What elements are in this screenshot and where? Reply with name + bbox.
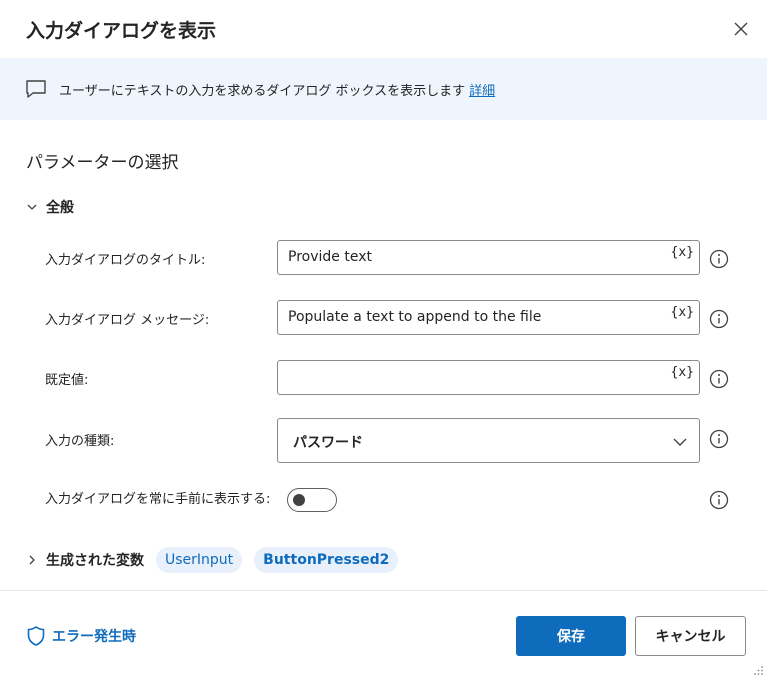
dialog-header: 入力ダイアログを表示 <box>0 0 767 58</box>
info-icon[interactable] <box>709 369 729 389</box>
shield-icon <box>27 626 45 646</box>
default-value-input[interactable]: {x} <box>277 360 700 395</box>
info-icon[interactable] <box>709 490 729 510</box>
dialog-title-value: Provide text <box>288 249 372 265</box>
generated-variables: 生成された変数 UserInput ButtonPressed2 <box>26 546 410 574</box>
more-info-link[interactable]: 詳細 <box>469 84 495 99</box>
toggle-knob <box>293 494 305 506</box>
variable-chip-buttonpressed[interactable]: ButtonPressed2 <box>254 547 399 573</box>
input-type-value: パスワード <box>293 435 363 451</box>
chevron-down-icon <box>673 438 687 446</box>
chevron-down-icon <box>27 204 37 210</box>
field-default-label: 既定値: <box>45 373 89 388</box>
info-text: ユーザーにテキストの入力を求めるダイアログ ボックスを表示します <box>59 84 466 99</box>
topmost-toggle[interactable] <box>287 488 337 512</box>
chat-icon <box>26 80 46 98</box>
on-error-label: エラー発生時 <box>52 629 136 645</box>
variable-picker-icon[interactable]: {x} <box>671 245 694 260</box>
dialog-title-input[interactable]: Provide text {x} <box>277 240 700 275</box>
save-button[interactable]: 保存 <box>516 616 626 656</box>
chevron-right-icon[interactable] <box>26 554 38 566</box>
info-message: ユーザーにテキストの入力を求めるダイアログ ボックスを表示します 詳細 <box>59 80 495 99</box>
dialog-message-value: Populate a text to append to the file <box>288 309 542 325</box>
field-message-label: 入力ダイアログ メッセージ: <box>45 313 210 328</box>
field-title-label: 入力ダイアログのタイトル: <box>45 253 206 268</box>
cancel-button[interactable]: キャンセル <box>635 616 746 656</box>
close-icon[interactable] <box>728 16 754 42</box>
input-type-label: 入力の種類: <box>45 434 115 449</box>
topmost-label: 入力ダイアログを常に手前に表示する: <box>45 492 271 507</box>
footer-divider <box>0 590 767 591</box>
on-error-button[interactable]: エラー発生時 <box>26 625 136 647</box>
variable-picker-icon[interactable]: {x} <box>671 305 694 320</box>
dialog-title: 入力ダイアログを表示 <box>26 20 217 42</box>
section-title: パラメーターの選択 <box>26 153 179 173</box>
resize-grip-icon[interactable] <box>754 666 764 676</box>
info-bar: ユーザーにテキストの入力を求めるダイアログ ボックスを表示します 詳細 <box>0 58 767 120</box>
info-icon[interactable] <box>709 429 729 449</box>
variable-chip-userinput[interactable]: UserInput <box>156 547 243 573</box>
info-icon[interactable] <box>709 249 729 269</box>
info-icon[interactable] <box>709 309 729 329</box>
group-general-toggle[interactable]: 全般 <box>26 197 74 217</box>
generated-variables-label: 生成された変数 <box>46 553 144 569</box>
group-general-label: 全般 <box>46 200 74 216</box>
dialog-message-input[interactable]: Populate a text to append to the file {x… <box>277 300 700 335</box>
input-type-select[interactable]: パスワード <box>277 418 700 463</box>
variable-picker-icon[interactable]: {x} <box>671 365 694 380</box>
